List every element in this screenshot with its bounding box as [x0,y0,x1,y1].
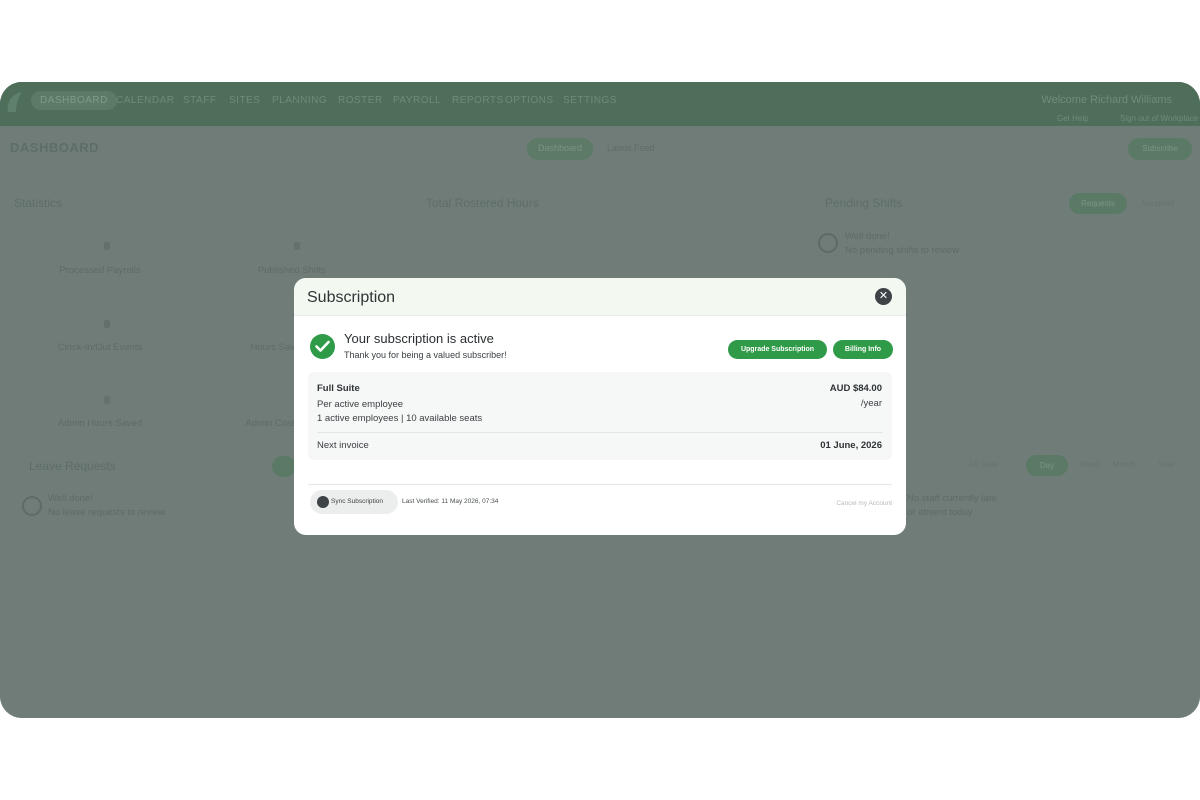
help-link[interactable]: Get Help [1057,114,1089,123]
nav-settings[interactable]: SETTINGS [563,95,617,106]
stat-label: Admin Hours Saved [57,418,143,429]
next-invoice-label: Next invoice [317,440,369,451]
statistics-title: Statistics [14,196,63,210]
check-circle-icon [818,233,838,253]
nav-planning[interactable]: PLANNING [272,95,327,106]
leave-requests-title: Leave Requests [29,459,116,473]
plan-seats: 1 active employees | 10 available seats [317,413,483,424]
plan-details-card: Full Suite Per active employee 1 active … [308,372,892,460]
rostered-hours-title: Total Rostered Hours [426,196,539,210]
stat-icon [104,320,110,328]
upgrade-subscription-button[interactable]: Upgrade Subscription [728,340,827,359]
stat-icon [104,396,110,404]
page-title: DASHBOARD [10,140,99,155]
last-verified-text: Last Verified: 11 May 2026, 07:34 [402,498,499,505]
tab-dashboard[interactable]: Dashboard [527,138,594,160]
check-circle-icon [22,496,42,516]
plan-name: Full Suite [317,383,360,394]
next-invoice-date: 01 June, 2026 [820,440,882,451]
check-circle-icon [310,334,335,359]
range-tab-day[interactable]: Day [1026,455,1068,476]
header-action-button[interactable]: Subscribe [1128,138,1192,160]
modal-title: Subscription [307,289,396,306]
nav-payroll[interactable]: PAYROLL [393,95,441,106]
range-tab-week[interactable]: Week [1080,460,1100,469]
pending-done-text: Well done! No pending shifts to review [845,231,960,256]
site-filter[interactable]: All Sites [969,460,998,469]
attendance-note: No staff currently late or absent today [907,493,997,518]
billing-info-button[interactable]: Billing Info [833,340,893,359]
stat-label: Processed Payrolls [59,265,141,276]
divider [317,432,883,433]
leave-done-text: Well done! No leave requests to review [48,493,166,518]
stat-label: Published Shifts [257,265,327,276]
tab-latest-feed[interactable]: Latest Feed [593,138,669,160]
stat-label: Clock-In/Out Events [57,342,143,353]
nav-sites[interactable]: SITES [229,95,260,106]
close-icon[interactable]: ✕ [875,288,892,305]
modal-header: Subscription ✕ [294,278,906,316]
top-navigation: DASHBOARD CALENDAR STAFF SITES PLANNING … [0,82,1200,126]
plan-pricing-basis: Per active employee [317,399,404,410]
range-tab-month[interactable]: Month [1113,460,1135,469]
app-frame: DASHBOARD CALENDAR STAFF SITES PLANNING … [0,82,1200,718]
stat-icon [104,242,110,250]
nav-options[interactable]: OPTIONS [505,95,554,106]
nav-staff[interactable]: STAFF [183,95,216,106]
sync-subscription-button[interactable]: Sync Subscription [310,490,398,514]
subscription-modal: Subscription ✕ Your subscription is acti… [294,278,906,535]
plan-period: /year [860,398,882,409]
signout-link[interactable]: Sign out of Workplace [1120,114,1198,123]
nav-reports[interactable]: REPORTS [452,95,504,106]
welcome-text: Welcome Richard Williams [1041,94,1172,106]
leave-tab[interactable] [272,456,296,477]
logo-icon [7,92,22,112]
divider [308,484,892,485]
sync-icon [317,496,329,508]
pending-shifts-title: Pending Shifts [825,196,903,210]
pending-tab-requests[interactable]: Requests [1069,193,1127,214]
sync-subscription-label: Sync Subscription [331,498,384,505]
range-tab-year[interactable]: Year [1158,460,1174,469]
nav-dashboard[interactable]: DASHBOARD [31,91,117,110]
view-toggle: Dashboard Latest Feed [527,138,673,160]
nav-calendar[interactable]: CALENDAR [116,95,174,106]
stat-icon [294,242,300,250]
nav-roster[interactable]: ROSTER [338,95,383,106]
plan-price: AUD $84.00 [829,383,882,394]
subscription-status-heading: Your subscription is active [344,331,494,346]
pending-tab-accepted[interactable]: Accepted [1141,199,1174,208]
subscription-thanks: Thank you for being a valued subscriber! [344,350,507,360]
cancel-account-link[interactable]: Cancel my Account [836,500,892,507]
